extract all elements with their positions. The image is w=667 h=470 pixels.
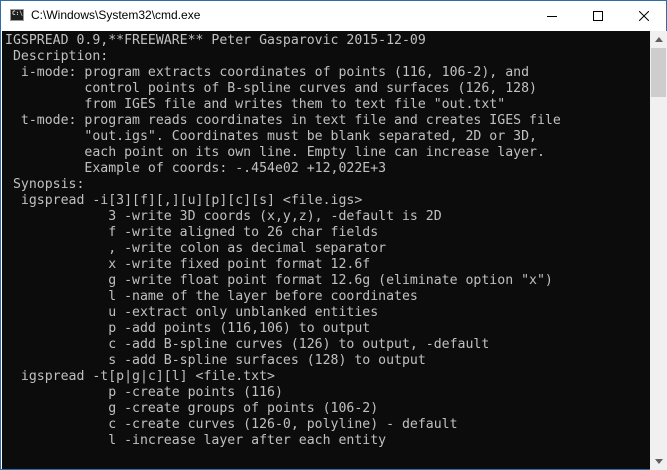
cmd-icon[interactable]: C:\ <box>10 9 24 21</box>
minimize-button[interactable] <box>529 1 575 31</box>
scrollbar-thumb[interactable] <box>651 48 666 97</box>
console-line: Synopsis: <box>5 177 85 192</box>
console-line: control points of B-spline curves and su… <box>5 81 537 96</box>
console-text: IGSPREAD 0.9,**FREEWARE** Peter Gasparov… <box>2 31 650 465</box>
console-line: "out.igs". Coordinates must be blank sep… <box>5 129 537 144</box>
console-line: g -write float point format 12.6g (elimi… <box>5 273 553 288</box>
console-line: l -increase layer after each entity <box>5 433 387 448</box>
maximize-icon <box>593 11 603 21</box>
scroll-down-button[interactable] <box>650 453 667 470</box>
console-line: IGSPREAD 0.9,**FREEWARE** Peter Gasparov… <box>5 33 426 48</box>
console-line: , -write colon as decimal separator <box>5 241 387 256</box>
console-line: l -name of the layer before coordinates <box>5 289 418 304</box>
chevron-up-icon <box>654 37 663 42</box>
chevron-down-icon <box>654 459 663 464</box>
cmd-window: C:\ C:\Windows\System32\cmd.exe IGSPREAD… <box>0 0 667 470</box>
console-line: f -write aligned to 26 char fields <box>5 225 379 240</box>
window-title: C:\Windows\System32\cmd.exe <box>31 8 201 22</box>
console-line: c -add B-spline curves (126) to output, … <box>5 337 490 352</box>
console-line: p -add points (116,106) to output <box>5 321 371 336</box>
console-line: g -create groups of points (106-2) <box>5 401 379 416</box>
console-line: Description: <box>5 49 109 64</box>
close-icon <box>639 11 649 21</box>
scroll-up-button[interactable] <box>650 31 667 48</box>
console-line: Example of coords: -.454e02 +12,022E+3 <box>5 161 387 176</box>
console-line: from IGES file and writes them to text f… <box>5 97 506 112</box>
console-line: igspread -i[3][f][,][u][p][c][s] <file.i… <box>5 193 363 208</box>
console-line: t-mode: program reads coordinates in tex… <box>5 113 561 128</box>
console-line: igspread -t[p|g|c][l] <file.txt> <box>5 369 275 384</box>
console-line: i-mode: program extracts coordinates of … <box>5 65 530 80</box>
maximize-button[interactable] <box>575 1 621 31</box>
console-line: u -extract only unblanked entities <box>5 305 379 320</box>
minimize-icon <box>547 16 557 17</box>
console-line: x -write fixed point format 12.6f <box>5 257 371 272</box>
title-bar[interactable]: C:\ C:\Windows\System32\cmd.exe <box>1 1 666 31</box>
console-line: p -create points (116) <box>5 385 283 400</box>
close-button[interactable] <box>621 1 667 31</box>
console-line: each point on its own line. Empty line c… <box>5 145 545 160</box>
console-line: s -add B-spline surfaces (128) to output <box>5 353 426 368</box>
console-output[interactable]: IGSPREAD 0.9,**FREEWARE** Peter Gasparov… <box>2 31 650 469</box>
console-line: 3 -write 3D coords (x,y,z), -default is … <box>5 209 442 224</box>
console-line: c -create curves (126-0, polyline) - def… <box>5 417 458 432</box>
vertical-scrollbar[interactable] <box>650 31 667 470</box>
